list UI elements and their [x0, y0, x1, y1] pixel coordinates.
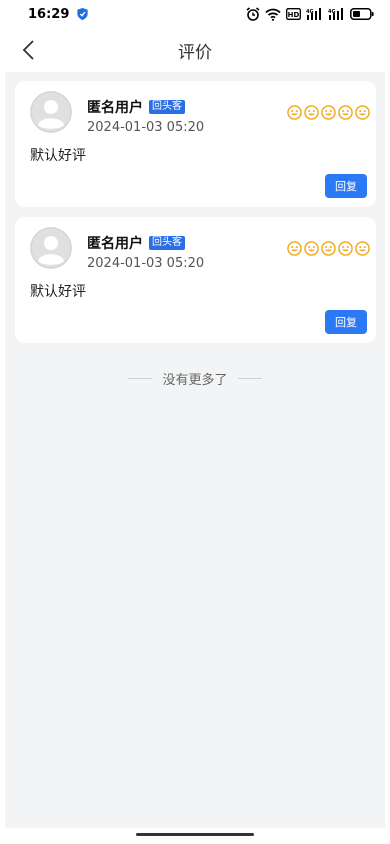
smiley-icon [321, 105, 336, 120]
review-date: 2024-01-03 05:20 [87, 256, 205, 271]
smiley-icon [287, 241, 302, 256]
user-name: 匿名用户 [87, 236, 143, 252]
reply-button[interactable]: 回复 [325, 310, 367, 334]
user-row: 匿名用户 回头客 [87, 233, 185, 253]
list-end-text: 没有更多了 [162, 373, 228, 388]
smiley-icon [355, 105, 370, 120]
user-row: 匿名用户 回头客 [87, 97, 185, 117]
avatar [30, 227, 72, 269]
avatar [30, 91, 72, 133]
status-bar: 16:29 HD 4G 4G [0, 0, 390, 28]
review-date: 2024-01-03 05:20 [87, 120, 205, 135]
shield-icon [77, 8, 89, 20]
review-card: 匿名用户 回头客 2024-01-03 05:20 默认好评 回复 [15, 81, 376, 207]
chevron-left-icon[interactable] [18, 38, 42, 62]
smiley-icon [287, 105, 302, 120]
smiley-icon [304, 105, 319, 120]
hd-icon: HD [286, 8, 301, 20]
list-end-indicator: 没有更多了 [5, 369, 385, 388]
review-content: 默认好评 [30, 148, 86, 164]
rating [287, 105, 370, 120]
review-content: 默认好评 [30, 284, 86, 300]
divider [237, 378, 262, 379]
returning-customer-badge: 回头客 [149, 100, 185, 114]
wifi-icon [265, 8, 281, 21]
review-list[interactable]: 匿名用户 回头客 2024-01-03 05:20 默认好评 回复 匿名用户 回… [5, 72, 385, 828]
smiley-icon [321, 241, 336, 256]
returning-customer-badge: 回头客 [149, 236, 185, 250]
status-icons: HD 4G 4G [246, 7, 374, 21]
smiley-icon [338, 241, 353, 256]
signal-icon: 4G [306, 8, 321, 20]
page-title: 评价 [178, 42, 212, 63]
divider [128, 378, 153, 379]
nav-bar: 评价 [0, 28, 390, 72]
rating [287, 241, 370, 256]
signal-icon: 4G [328, 8, 343, 20]
battery-icon [350, 8, 374, 20]
smiley-icon [338, 105, 353, 120]
user-name: 匿名用户 [87, 100, 143, 116]
smiley-icon [355, 241, 370, 256]
home-indicator[interactable] [136, 833, 254, 836]
review-card: 匿名用户 回头客 2024-01-03 05:20 默认好评 回复 [15, 217, 376, 343]
smiley-icon [304, 241, 319, 256]
status-time: 16:29 [28, 6, 70, 22]
svg-text:HD: HD [288, 11, 300, 19]
reply-button[interactable]: 回复 [325, 174, 367, 198]
alarm-icon [246, 7, 260, 21]
